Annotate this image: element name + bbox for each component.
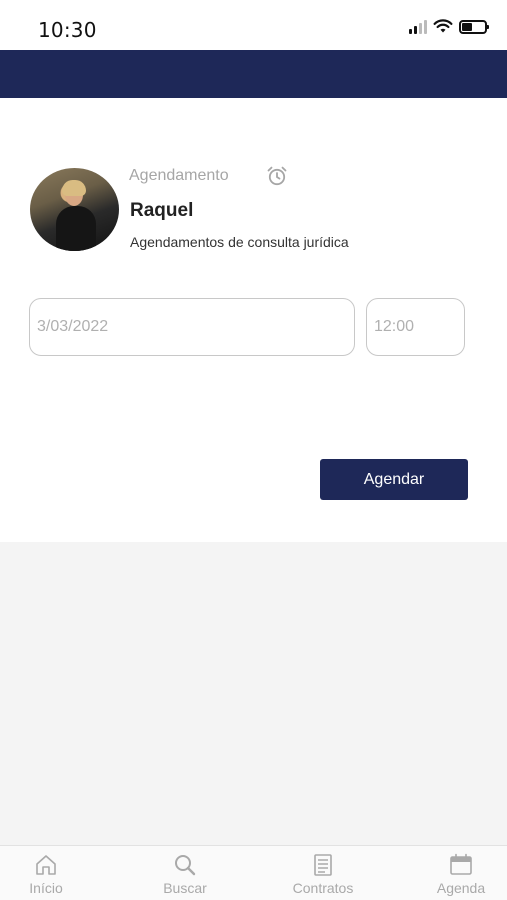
- search-icon: [175, 855, 196, 876]
- tab-buscar[interactable]: Buscar: [140, 846, 230, 900]
- date-field[interactable]: [29, 298, 355, 356]
- appointment-card: Agendamento Raquel Agendamentos de consu…: [0, 98, 507, 542]
- document-icon: [314, 854, 332, 876]
- status-bar: 10:30: [0, 0, 507, 50]
- tab-inicio[interactable]: Início: [1, 846, 91, 900]
- tab-label: Buscar: [163, 880, 207, 896]
- wifi-icon: [433, 19, 453, 33]
- alarm-clock-icon: [267, 166, 287, 186]
- home-icon: [36, 855, 56, 875]
- status-time: 10:30: [38, 18, 97, 42]
- schedule-button[interactable]: Agendar: [320, 459, 468, 500]
- appointment-description: Agendamentos de consulta jurídica: [130, 234, 349, 250]
- status-icons: [409, 19, 489, 34]
- tab-agenda[interactable]: Agenda: [416, 846, 506, 900]
- tab-label: Agenda: [436, 880, 486, 896]
- tab-label: Início: [29, 880, 63, 896]
- app-header: [0, 50, 507, 98]
- lawyer-name: Raquel: [130, 200, 194, 221]
- tab-contratos[interactable]: Contratos: [278, 846, 368, 900]
- tab-label: Contratos: [292, 880, 354, 896]
- appointment-section-label: Agendamento: [129, 167, 229, 184]
- bottom-tab-bar: Início Buscar Contratos Agenda: [0, 845, 507, 900]
- calendar-icon: [450, 853, 472, 875]
- battery-icon: [459, 19, 489, 34]
- signal-icon: [409, 19, 427, 34]
- avatar: [30, 168, 119, 251]
- time-field[interactable]: [366, 298, 465, 356]
